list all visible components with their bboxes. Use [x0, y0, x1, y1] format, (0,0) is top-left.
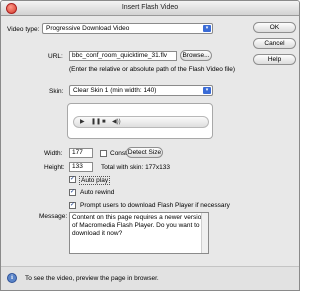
url-label: URL:	[48, 53, 63, 60]
info-bar: i To see the video, preview the page in …	[1, 266, 299, 290]
video-type-value: Progressive Download Video	[46, 25, 130, 32]
video-type-select[interactable]: Progressive Download Video ▾	[42, 23, 213, 34]
total-with-skin: Total with skin: 177x133	[101, 164, 171, 171]
browse-button[interactable]: Browse...	[180, 50, 212, 61]
volume-icon: ◀))	[112, 119, 121, 125]
message-label: Message:	[39, 213, 68, 220]
help-button[interactable]: Help	[253, 54, 296, 65]
title-bar[interactable]: Insert Flash Video	[1, 1, 299, 16]
skin-controller-bar: ▶ ❚❚ ■ ◀))	[73, 116, 209, 128]
window-title: Insert Flash Video	[121, 4, 179, 11]
message-scrollbar[interactable]	[201, 213, 208, 253]
skin-label: Skin:	[49, 88, 64, 95]
pause-icon: ❚❚	[91, 119, 102, 125]
prompt-label: Prompt users to download Flash Player if…	[80, 202, 230, 209]
height-label: Height:	[44, 164, 65, 171]
message-text: Content on this page requires a newer ve…	[72, 214, 205, 237]
url-hint: (Enter the relative or absolute path of …	[69, 66, 236, 73]
skin-select[interactable]: Clear Skin 1 (min width: 140) ▾	[69, 85, 213, 96]
play-icon: ▶	[80, 119, 85, 125]
info-icon: i	[7, 273, 17, 283]
constrain-checkbox[interactable]	[100, 150, 107, 157]
ok-button[interactable]: OK	[253, 22, 296, 33]
message-textarea[interactable]: Content on this page requires a newer ve…	[69, 212, 209, 254]
skin-preview: ▶ ❚❚ ■ ◀))	[67, 103, 213, 139]
autoplay-label: Auto play	[79, 176, 111, 185]
autorewind-label: Auto rewind	[80, 189, 115, 196]
dialog-body: Video type: Progressive Download Video ▾…	[1, 16, 299, 290]
cancel-button[interactable]: Cancel	[253, 38, 296, 49]
prompt-checkbox[interactable]: ✓	[69, 202, 76, 209]
chevron-down-icon: ▾	[203, 87, 211, 94]
chevron-down-icon: ▾	[203, 25, 211, 32]
autoplay-checkbox[interactable]: ✓	[69, 176, 76, 183]
width-label: Width:	[44, 150, 63, 157]
detect-size-button[interactable]: Detect Size	[126, 147, 163, 158]
width-input[interactable]: 177	[69, 148, 93, 158]
url-input[interactable]: bbc_conf_room_quicktime_31.flv	[69, 51, 177, 61]
dialog-window: Insert Flash Video Video type: Progressi…	[0, 0, 300, 291]
stop-icon: ■	[102, 119, 106, 125]
video-type-label: Video type:	[7, 26, 40, 33]
autorewind-checkbox[interactable]: ✓	[69, 189, 76, 196]
skin-value: Clear Skin 1 (min width: 140)	[73, 87, 157, 94]
info-text: To see the video, preview the page in br…	[25, 275, 159, 282]
height-input[interactable]: 133	[69, 162, 93, 172]
